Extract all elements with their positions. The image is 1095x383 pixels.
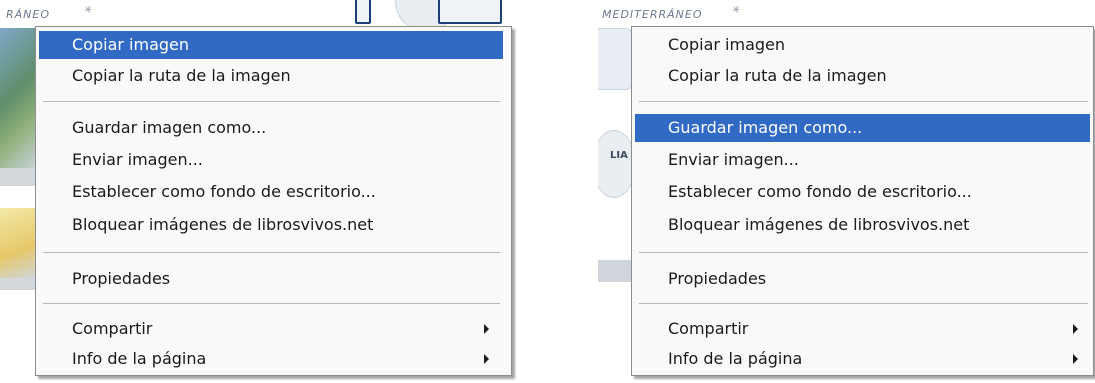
menu-item-label: Guardar imagen como... [72,118,267,137]
left-screenshot-panel: RÁNEO ✳ Copiar imagen Copiar la ruta de … [0,0,520,383]
background-map-image [598,28,632,90]
pin-icon: ✳ [84,5,93,16]
menu-item-label: Compartir [668,319,749,338]
background-strip [0,168,36,186]
background-window-frame [438,0,502,24]
menu-item-label: Compartir [72,319,153,338]
submenu-arrow-icon [1073,354,1078,364]
menu-separator [639,252,1088,253]
menu-item-copiar-imagen[interactable]: Copiar imagen [39,31,503,59]
menu-item-copiar-ruta[interactable]: Copiar la ruta de la imagen [39,62,503,90]
menu-item-compartir[interactable]: Compartir [635,315,1090,343]
menu-separator [43,252,500,253]
menu-item-label: Establecer como fondo de escritorio... [72,182,376,201]
menu-separator [639,303,1088,304]
menu-item-establecer-fondo[interactable]: Establecer como fondo de escritorio... [39,178,503,206]
menu-item-compartir[interactable]: Compartir [39,315,503,343]
menu-item-label: Copiar imagen [72,35,190,54]
menu-item-label: Copiar imagen [668,35,786,54]
background-window-frame [355,0,371,24]
menu-item-info-pagina[interactable]: Info de la página [635,345,1090,373]
menu-item-label: Info de la página [72,349,207,368]
background-strip [0,278,36,290]
menu-item-label: Info de la página [668,349,803,368]
menu-item-enviar-imagen[interactable]: Enviar imagen... [39,146,503,174]
menu-item-label: Guardar imagen como... [668,118,863,137]
background-diagram-image [0,208,36,278]
background-map-image [0,28,36,168]
menu-item-bloquear-imagenes[interactable]: Bloquear imágenes de librosvivos.net [635,211,1090,239]
background-caption: MEDITERRÁNEO [602,8,703,21]
menu-item-propiedades[interactable]: Propiedades [635,265,1090,293]
menu-separator [43,101,500,102]
background-label: LIA [610,150,628,161]
menu-item-enviar-imagen[interactable]: Enviar imagen... [635,146,1090,174]
menu-separator [639,101,1088,102]
menu-item-guardar-imagen[interactable]: Guardar imagen como... [635,114,1090,142]
menu-item-label: Bloquear imágenes de librosvivos.net [72,215,374,234]
menu-item-guardar-imagen[interactable]: Guardar imagen como... [39,114,503,142]
background-strip [598,260,634,282]
menu-item-label: Enviar imagen... [72,150,203,169]
context-menu: Copiar imagen Copiar la ruta de la image… [631,26,1094,376]
menu-item-label: Propiedades [72,269,171,288]
background-caption: RÁNEO [6,8,51,21]
menu-item-label: Establecer como fondo de escritorio... [668,182,972,201]
menu-separator [43,303,500,304]
menu-item-label: Copiar la ruta de la imagen [668,66,887,85]
menu-item-copiar-imagen[interactable]: Copiar imagen [635,31,1090,59]
menu-item-label: Enviar imagen... [668,150,799,169]
submenu-arrow-icon [1073,324,1078,334]
menu-item-copiar-ruta[interactable]: Copiar la ruta de la imagen [635,62,1090,90]
right-screenshot-panel: MEDITERRÁNEO ✳ LIA Copiar imagen Copiar … [598,0,1095,383]
menu-item-info-pagina[interactable]: Info de la página [39,345,503,373]
menu-item-label: Propiedades [668,269,767,288]
menu-item-bloquear-imagenes[interactable]: Bloquear imágenes de librosvivos.net [39,211,503,239]
menu-item-establecer-fondo[interactable]: Establecer como fondo de escritorio... [635,178,1090,206]
context-menu: Copiar imagen Copiar la ruta de la image… [35,26,512,376]
pin-icon: ✳ [732,5,741,16]
menu-item-label: Copiar la ruta de la imagen [72,66,291,85]
menu-item-propiedades[interactable]: Propiedades [39,265,503,293]
submenu-arrow-icon [484,354,489,364]
menu-item-label: Bloquear imágenes de librosvivos.net [668,215,970,234]
submenu-arrow-icon [484,324,489,334]
